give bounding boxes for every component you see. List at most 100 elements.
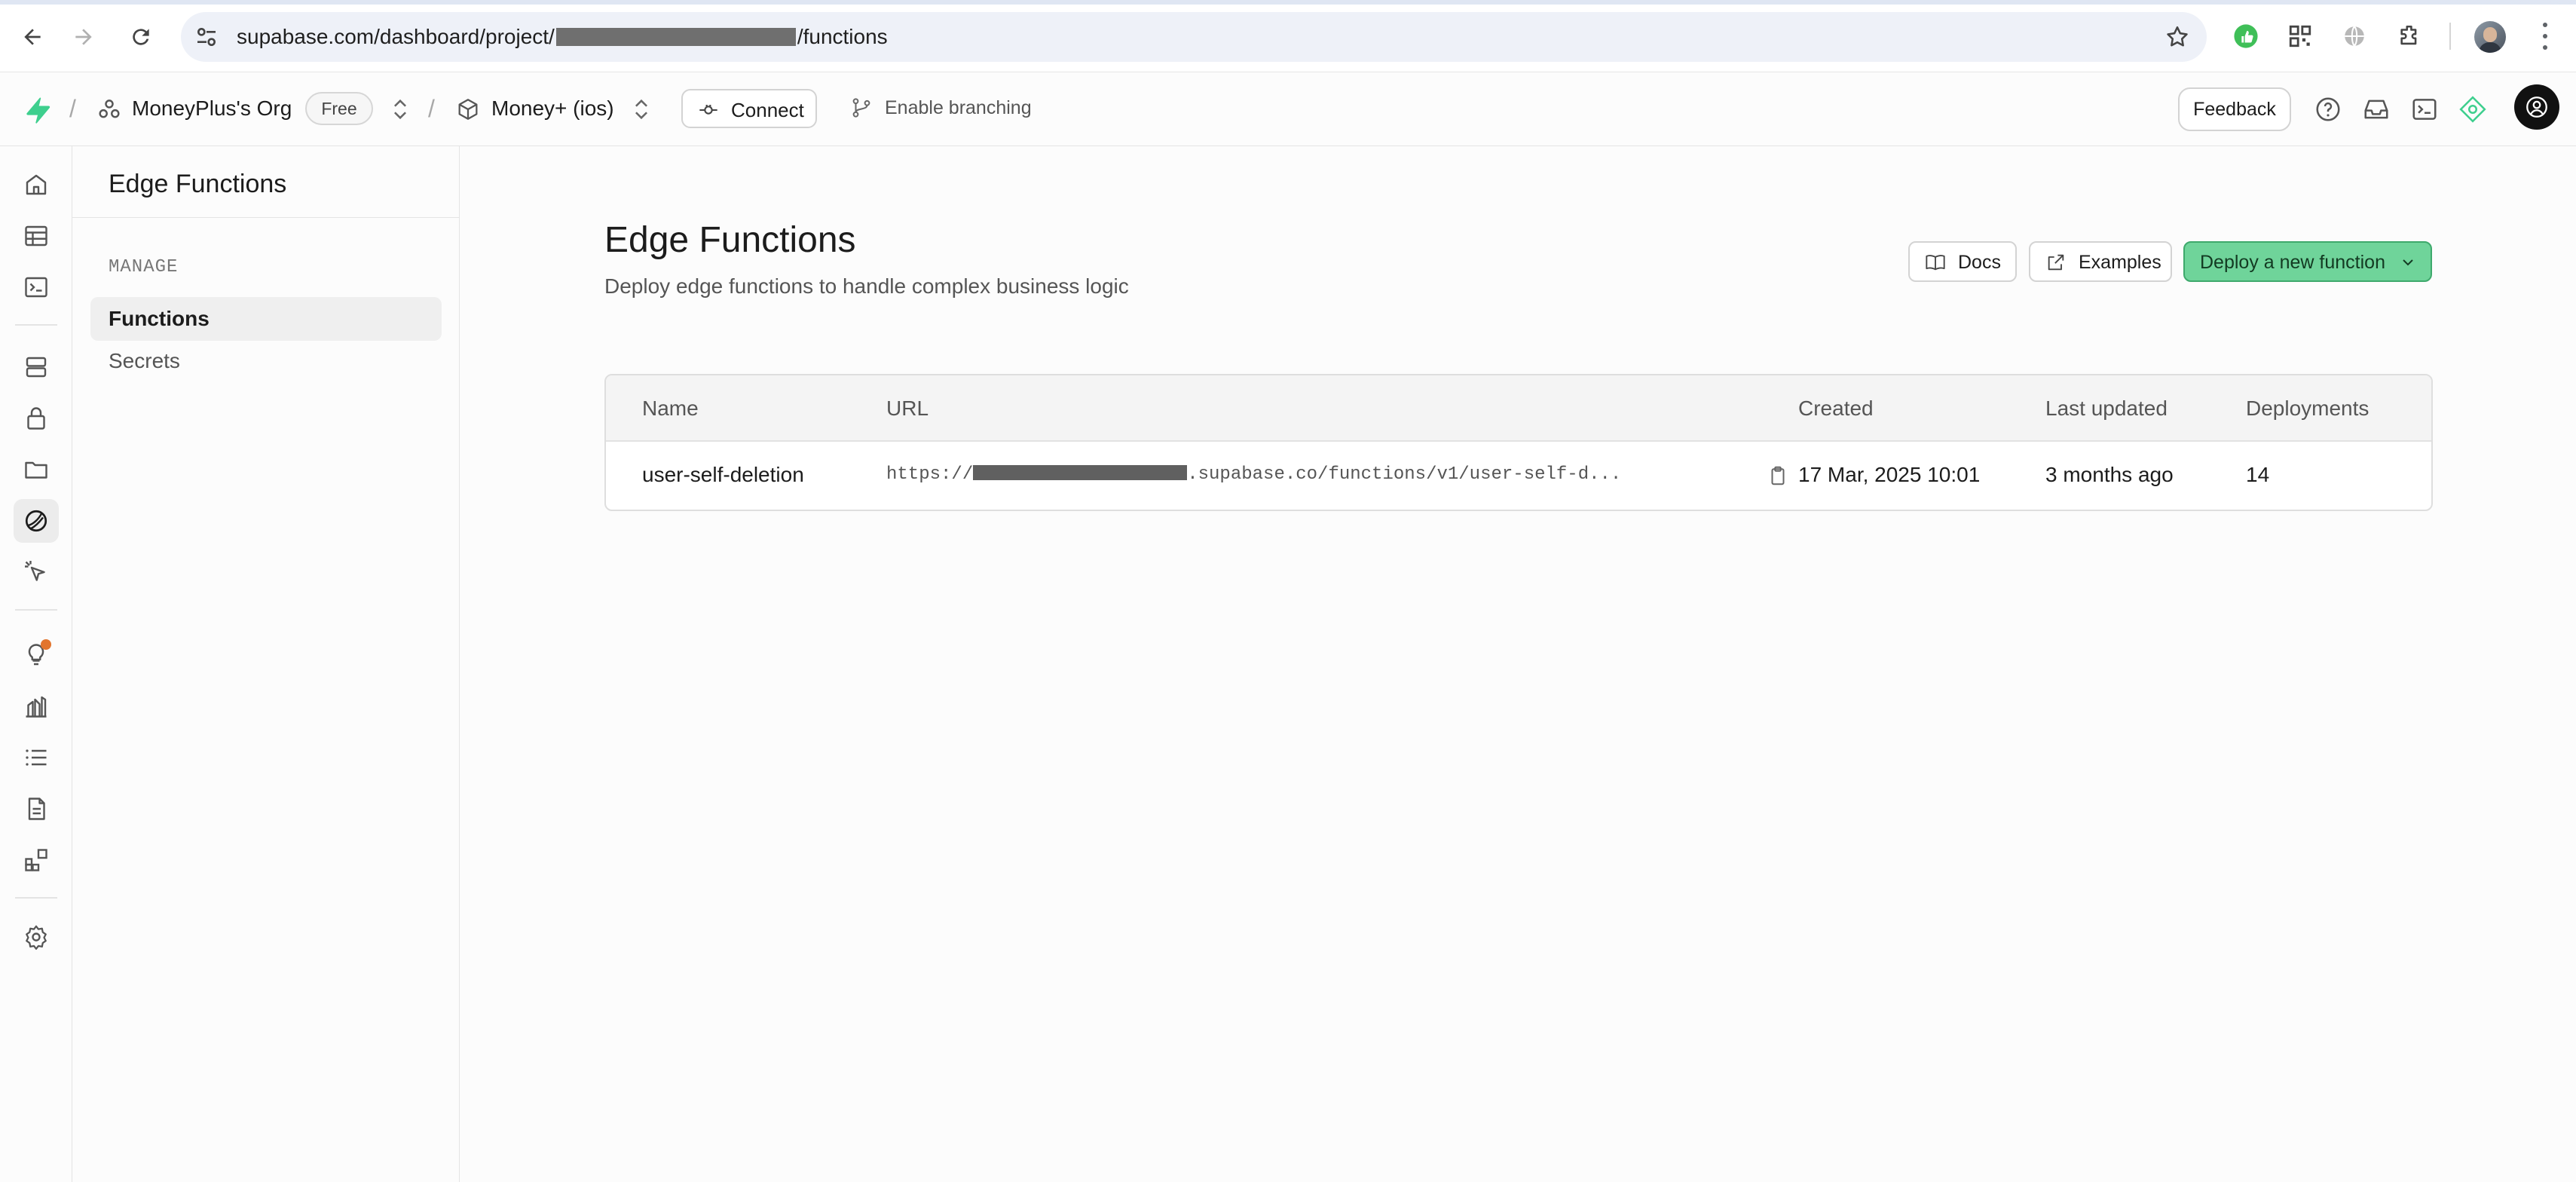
org-switcher-chevron-icon[interactable]: [387, 95, 413, 124]
address-bar[interactable]: supabase.com/dashboard/project//function…: [181, 12, 2207, 62]
functions-table: Name URL Created Last updated Deployment…: [604, 374, 2433, 511]
database-icon: [26, 357, 47, 378]
page-title: Edge Functions: [604, 220, 856, 260]
org-name[interactable]: MoneyPlus's Org: [132, 95, 292, 122]
forward-button[interactable]: [65, 18, 102, 56]
user-account-icon: [2526, 96, 2547, 118]
sidebar-title: Edge Functions: [109, 170, 287, 198]
column-header-name: Name: [642, 397, 699, 420]
reload-icon: [133, 29, 149, 45]
nav-storage[interactable]: [14, 448, 59, 491]
assistant-diamond-icon[interactable]: [2458, 95, 2487, 124]
logs-list-icon: [26, 749, 47, 766]
branching-label: Enable branching: [885, 97, 1032, 118]
edge-functions-icon: [25, 510, 47, 532]
git-branch-icon: [852, 98, 870, 118]
nav-integrations[interactable]: [14, 838, 59, 882]
table-header: Name URL Created Last updated Deployment…: [606, 375, 2431, 442]
edge-functions-sidebar: Edge Functions MANAGE Functions Secrets: [72, 146, 460, 1182]
function-last-updated: 3 months ago: [2045, 463, 2174, 486]
qr-code-icon[interactable]: [2285, 21, 2315, 51]
deploy-label: Deploy a new function: [2200, 252, 2385, 273]
browser-chrome: supabase.com/dashboard/project//function…: [0, 0, 2576, 72]
primary-nav-rail: [0, 146, 72, 1182]
copy-clipboard-icon[interactable]: [1767, 464, 1789, 487]
rail-divider: [15, 897, 57, 899]
organization-icon: [99, 100, 120, 118]
storage-folder-icon: [25, 461, 47, 479]
docs-label: Docs: [1958, 252, 2001, 273]
sidebar-divider: [72, 217, 460, 218]
globe-extension-icon[interactable]: [2339, 21, 2369, 51]
table-icon: [25, 225, 47, 247]
plug-icon: [699, 105, 717, 115]
table-row[interactable]: user-self-deletion https://.supabase.co/…: [606, 442, 2431, 510]
sidebar-section-label: MANAGE: [109, 257, 179, 277]
inbox-icon[interactable]: [2362, 95, 2391, 124]
toolbar-divider: [2449, 23, 2451, 50]
connect-button[interactable]: Connect: [681, 89, 817, 128]
nav-realtime[interactable]: [14, 550, 59, 594]
examples-button[interactable]: Examples: [2029, 241, 2172, 282]
nav-sql-editor[interactable]: [14, 265, 59, 309]
extensions-puzzle-icon[interactable]: [2395, 21, 2425, 51]
nav-edge-functions[interactable]: [14, 499, 59, 543]
breadcrumb-separator: /: [428, 95, 435, 122]
terminal-icon[interactable]: [2410, 95, 2439, 124]
sql-terminal-icon: [25, 277, 47, 298]
home-icon: [26, 174, 47, 195]
function-created: 17 Mar, 2025 10:01: [1798, 463, 1981, 486]
auth-lock-icon: [27, 407, 45, 430]
sidebar-item-functions[interactable]: Functions: [90, 297, 442, 341]
main-content: Edge Functions Deploy edge functions to …: [460, 146, 2576, 1182]
column-header-url: URL: [886, 397, 929, 420]
redacted-project-id: [555, 28, 796, 46]
browser-profile-avatar[interactable]: [2474, 21, 2506, 53]
integrations-blocks-icon: [25, 849, 47, 871]
nav-logs[interactable]: [14, 736, 59, 779]
nav-database[interactable]: [14, 345, 59, 389]
nav-api-docs[interactable]: [14, 787, 59, 831]
breadcrumb-separator: /: [69, 95, 76, 122]
plan-badge: Free: [305, 92, 373, 125]
external-link-icon: [2048, 254, 2064, 271]
reports-chart-icon: [26, 696, 47, 718]
account-avatar-button[interactable]: [2514, 84, 2559, 130]
column-header-created: Created: [1798, 397, 1874, 420]
back-button[interactable]: [14, 18, 51, 56]
redacted-project-ref: [973, 465, 1188, 480]
address-url: supabase.com/dashboard/project//function…: [237, 25, 888, 48]
nav-home[interactable]: [14, 163, 59, 207]
deploy-new-function-button[interactable]: Deploy a new function: [2183, 241, 2432, 282]
nav-advisors[interactable]: [14, 633, 59, 677]
nav-table-editor[interactable]: [14, 214, 59, 258]
forward-arrow-icon: [75, 29, 92, 45]
feedback-button[interactable]: Feedback: [2178, 87, 2291, 131]
bookmark-star-icon[interactable]: [2165, 24, 2190, 50]
column-header-deployments: Deployments: [2246, 397, 2369, 420]
project-name[interactable]: Money+ (ios): [491, 95, 614, 122]
help-icon[interactable]: [2314, 95, 2342, 124]
supabase-logo-icon[interactable]: [23, 95, 53, 125]
realtime-cursor-icon: [25, 561, 45, 581]
back-arrow-icon: [24, 29, 41, 45]
api-docs-icon: [28, 798, 45, 820]
rail-divider: [15, 609, 57, 611]
nav-authentication[interactable]: [14, 397, 59, 440]
project-switcher-chevron-icon[interactable]: [629, 95, 654, 124]
settings-gear-icon: [26, 925, 47, 950]
docs-button[interactable]: Docs: [1908, 241, 2017, 282]
function-name[interactable]: user-self-deletion: [642, 461, 804, 488]
app-header: / MoneyPlus's Org Free / Money+ (ios) Co…: [0, 72, 2576, 146]
advisor-notification-dot: [41, 639, 51, 650]
book-open-icon: [1926, 255, 1945, 271]
extension-green-icon[interactable]: [2231, 21, 2261, 51]
browser-menu-icon[interactable]: [2541, 23, 2549, 50]
site-settings-icon[interactable]: [194, 25, 219, 49]
page-subtitle: Deploy edge functions to handle complex …: [604, 274, 1129, 298]
reload-button[interactable]: [122, 18, 160, 56]
nav-reports[interactable]: [14, 684, 59, 728]
sidebar-item-secrets[interactable]: Secrets: [90, 339, 442, 383]
chevron-down-icon: [2403, 259, 2413, 266]
nav-project-settings[interactable]: [14, 915, 59, 959]
